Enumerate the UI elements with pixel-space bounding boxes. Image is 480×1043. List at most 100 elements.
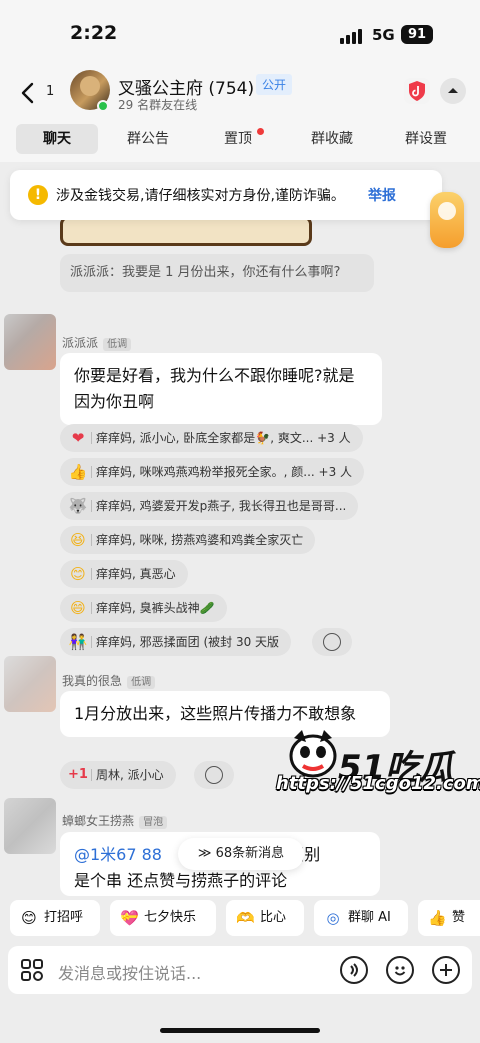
report-link[interactable]: 举报 <box>368 185 396 205</box>
pinned-red-dot <box>257 128 264 135</box>
reaction-separator <box>91 769 92 781</box>
plus-one-icon: +1 <box>68 767 88 782</box>
online-count: 29 名群友在线 <box>118 98 198 112</box>
avatar[interactable] <box>4 314 56 370</box>
watermark-url: https://51cgo12.com <box>276 773 480 794</box>
reaction-chip[interactable]: 😆 痒痒妈, 咪咪, 捞燕鸡婆和鸡粪全家灭亡 <box>60 526 316 554</box>
grinning-face-icon: 😄 <box>70 599 86 617</box>
shield-app-icon[interactable] <box>404 78 430 104</box>
chip-label: 赞 <box>452 910 466 925</box>
heart-hands-icon: 🫶 <box>236 909 255 927</box>
mention[interactable]: @1米67 88 <box>74 845 162 864</box>
public-tag: 公开 <box>256 74 293 95</box>
warning-text: 涉及金钱交易,请仔细核实对方身份,谨防诈骗。 <box>56 188 345 204</box>
quick-action-qixi[interactable]: 💝 七夕快乐 <box>110 900 216 936</box>
message-text-line2: 是个串 还点赞与捞燕子的评论 <box>74 871 288 890</box>
tab-announcement[interactable]: 群公告 <box>112 124 184 154</box>
quick-action-like[interactable]: 👍 赞 <box>418 900 480 936</box>
warning-icon: ! <box>28 185 48 205</box>
reaction-users: 痒痒妈, 臭裤头战神🥒 <box>96 601 215 615</box>
reaction-chip[interactable]: +1 周林, 派小心 <box>60 761 176 789</box>
reaction-separator <box>91 602 92 614</box>
reaction-users: 痒痒妈, 咪咪鸡燕鸡粉举报死全家。, 颜... +3 人 <box>96 465 353 479</box>
back-arrow-icon[interactable] <box>16 80 42 106</box>
reaction-users: 痒痒妈, 鸡婆爱开发p燕子, 我长得丑也是哥哥... <box>96 499 347 513</box>
fraud-warning-banner: ! 涉及金钱交易,请仔细核实对方身份,谨防诈骗。 举报 <box>10 170 442 220</box>
chip-label: 七夕快乐 <box>144 910 197 925</box>
chip-label: 比心 <box>260 910 287 925</box>
laughing-face-icon: 😆 <box>70 531 86 549</box>
husky-icon: 🐺 <box>68 497 88 515</box>
sender-name[interactable]: 我真的很急 <box>62 674 122 688</box>
reaction-separator <box>91 432 92 444</box>
message-input-bar[interactable]: 发消息或按住说话... <box>8 946 472 994</box>
apps-grid-icon[interactable] <box>20 958 44 982</box>
floating-assistant-icon[interactable] <box>430 192 464 248</box>
role-badge: 低调 <box>103 338 132 351</box>
reaction-users: 痒痒妈, 真恶心 <box>96 567 176 581</box>
sticker-fragment <box>60 216 312 246</box>
online-dot-icon <box>97 100 109 112</box>
reaction-separator <box>91 500 92 512</box>
sender-name[interactable]: 派派派 <box>62 336 98 350</box>
avatar[interactable] <box>4 798 56 854</box>
add-reaction-button[interactable] <box>312 628 352 656</box>
reaction-separator <box>91 534 92 546</box>
voice-icon[interactable] <box>340 956 368 984</box>
chevron-down-icon: ≫ <box>197 846 212 861</box>
like-icon: 👍 <box>428 909 447 927</box>
emoji-icon[interactable] <box>386 956 414 984</box>
reaction-chip[interactable]: ❤ 痒痒妈, 派小心, 卧底全家都是🐓, 爽文... +3 人 <box>60 424 363 452</box>
role-badge: 低调 <box>127 676 156 689</box>
unread-count: 1 <box>46 84 55 99</box>
watermark-mascot-icon <box>286 728 340 778</box>
reaction-users: 痒痒妈, 咪咪, 捞燕鸡婆和鸡粪全家灭亡 <box>96 533 304 547</box>
thumbs-up-icon: 👍 <box>68 463 88 481</box>
message-header: 蟑螂女王捞燕 冒泡 <box>62 810 168 829</box>
chip-label: 打招呼 <box>44 910 84 925</box>
sender-name[interactable]: 蟑螂女王捞燕 <box>62 814 134 828</box>
reaction-separator <box>91 466 92 478</box>
reply-quote[interactable]: 派派派：我要是 1 月份出来，你还有什么事啊? <box>60 254 374 292</box>
chat-header: 1 叉骚公主府 (754) 公开 29 名群友在线 聊天 群公告 置顶 群收藏 … <box>0 70 480 162</box>
tab-favorites[interactable]: 群收藏 <box>296 124 368 154</box>
heart-icon: ❤ <box>71 429 85 447</box>
tab-settings[interactable]: 群设置 <box>390 124 462 154</box>
reaction-chip[interactable]: 😄 痒痒妈, 臭裤头战神🥒 <box>60 594 227 622</box>
quick-action-heart[interactable]: 🫶 比心 <box>226 900 304 936</box>
reaction-chip[interactable]: 👫 痒痒妈, 邪恶揉面团 (被封 30 天版 <box>60 628 292 656</box>
plus-icon[interactable] <box>432 956 460 984</box>
new-messages-label: 68条新消息 <box>215 846 285 861</box>
add-reaction-button[interactable] <box>194 761 234 789</box>
message-bubble[interactable]: 1月分放出来，这些照片传播力不敢想象 <box>60 691 390 737</box>
ai-icon: ◎ <box>326 909 340 927</box>
quick-action-bar: 😊 打招呼 💝 七夕快乐 🫶 比心 ◎ 群聊 AI 👍 赞 <box>0 896 480 944</box>
new-messages-button[interactable]: ≫ 68条新消息 <box>178 838 304 870</box>
status-bar: 2:22 5G 91 <box>0 0 480 70</box>
quick-action-ai[interactable]: ◎ 群聊 AI <box>314 900 408 936</box>
tab-chat[interactable]: 聊天 <box>16 124 98 154</box>
reaction-separator <box>91 636 92 648</box>
reaction-users: 痒痒妈, 派小心, 卧底全家都是🐓, 爽文... +3 人 <box>96 431 351 445</box>
add-emoji-icon <box>323 633 341 651</box>
collapse-up-icon[interactable] <box>440 78 466 104</box>
message-header: 我真的很急 低调 <box>62 670 156 689</box>
network-type: 5G <box>372 26 395 44</box>
signal-icon <box>340 28 366 44</box>
avatar[interactable] <box>4 656 56 712</box>
reaction-chip[interactable]: 👍 痒痒妈, 咪咪鸡燕鸡粉举报死全家。, 颜... +3 人 <box>60 458 365 486</box>
reaction-chip[interactable]: 🐺 痒痒妈, 鸡婆爱开发p燕子, 我长得丑也是哥哥... <box>60 492 359 520</box>
wave-icon: 😊 <box>21 909 37 927</box>
message-bubble[interactable]: 你要是好看，我为什么不跟你睡呢?就是因为你丑啊 <box>60 353 382 425</box>
qixi-icon: 💝 <box>120 909 139 927</box>
add-emoji-icon <box>205 766 223 784</box>
tab-bar: 聊天 群公告 置顶 群收藏 群设置 <box>16 124 466 156</box>
battery-indicator: 91 <box>401 25 433 44</box>
quick-action-greet[interactable]: 😊 打招呼 <box>10 900 100 936</box>
reaction-chip[interactable]: 😊 痒痒妈, 真恶心 <box>60 560 188 588</box>
message-input[interactable]: 发消息或按住说话... <box>58 960 201 984</box>
status-time: 2:22 <box>70 22 118 44</box>
role-badge: 冒泡 <box>139 816 168 829</box>
chip-label: 群聊 AI <box>348 910 391 925</box>
home-indicator <box>160 1028 320 1033</box>
